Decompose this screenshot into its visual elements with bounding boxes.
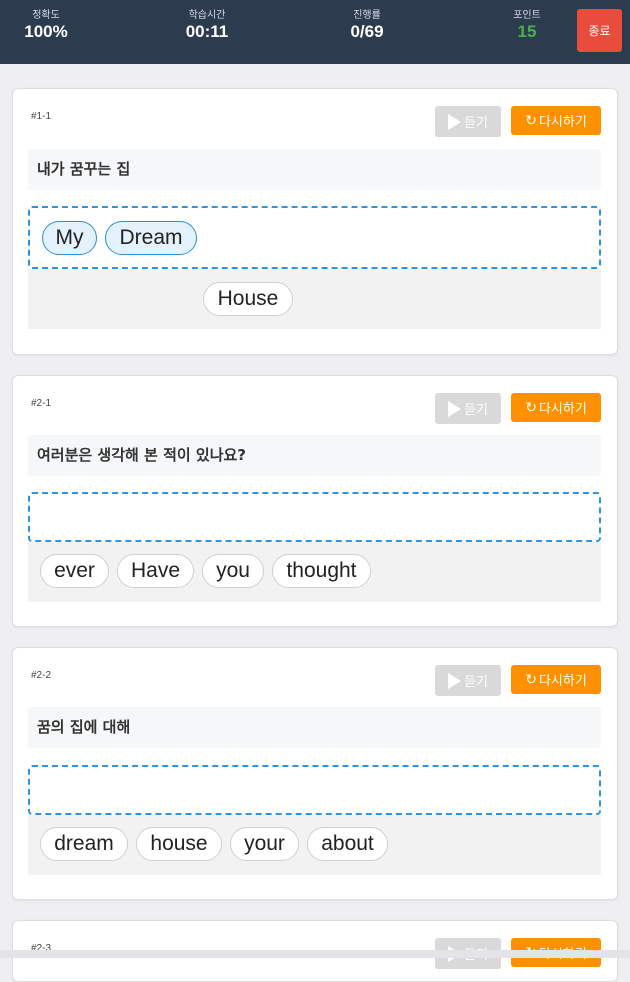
sentence-card: #2-1 듣기 ↻ 다시하기 여러분은 생각해 본 적이 있나요? ever H… bbox=[12, 375, 618, 627]
word-chip[interactable]: thought bbox=[272, 554, 371, 588]
sentence-card: #2-2 듣기 ↻ 다시하기 꿈의 집에 대해 dream house your… bbox=[12, 647, 618, 900]
study-time-label: 학습시간 bbox=[188, 10, 226, 21]
play-icon bbox=[448, 113, 462, 130]
retry-icon: ↻ bbox=[525, 399, 537, 416]
retry-label: 다시하기 bbox=[538, 402, 587, 417]
word-chip[interactable]: ever bbox=[40, 554, 109, 588]
card-id: #2-2 bbox=[31, 670, 52, 681]
answer-word-chip[interactable]: Dream bbox=[105, 221, 197, 255]
play-icon bbox=[448, 672, 462, 689]
retry-button[interactable]: ↻ 다시하기 bbox=[511, 393, 601, 422]
end-button[interactable]: 종료 bbox=[577, 9, 622, 52]
sentence-card: #1-1 듣기 ↻ 다시하기 내가 꿈꾸는 집 My Dream House bbox=[12, 88, 618, 355]
word-chip[interactable]: you bbox=[202, 554, 264, 588]
accuracy-label: 정확도 bbox=[32, 10, 60, 21]
play-icon bbox=[448, 400, 462, 417]
question-text: 꿈의 집에 대해 bbox=[28, 707, 601, 748]
progress-value: 0/69 bbox=[350, 22, 384, 41]
answer-drop-zone[interactable]: My Dream bbox=[28, 206, 601, 269]
listen-label: 듣기 bbox=[464, 675, 488, 690]
retry-label: 다시하기 bbox=[538, 674, 587, 689]
word-chip[interactable]: about bbox=[307, 827, 388, 861]
word-bank: House bbox=[28, 269, 601, 329]
points-label: 포인트 bbox=[513, 10, 541, 21]
retry-label: 다시하기 bbox=[538, 115, 587, 130]
bottom-shade bbox=[0, 950, 630, 958]
listen-button[interactable]: 듣기 bbox=[435, 393, 501, 424]
retry-button[interactable]: ↻ 다시하기 bbox=[511, 665, 601, 694]
points-stat: 포인트 15 bbox=[467, 9, 587, 42]
card-id: #2-1 bbox=[31, 398, 52, 409]
retry-button[interactable]: ↻ 다시하기 bbox=[511, 106, 601, 135]
word-chip[interactable]: dream bbox=[40, 827, 128, 861]
word-chip[interactable]: house bbox=[136, 827, 222, 861]
card-id: #1-1 bbox=[31, 111, 52, 122]
retry-icon: ↻ bbox=[525, 671, 537, 688]
top-status-bar: 정확도 100% 학습시간 00:11 진행률 0/69 포인트 15 종료 bbox=[0, 0, 630, 64]
answer-word-chip[interactable]: My bbox=[42, 221, 97, 255]
accuracy-value: 100% bbox=[24, 22, 68, 41]
listen-button[interactable]: 듣기 bbox=[435, 665, 501, 696]
listen-label: 듣기 bbox=[464, 116, 488, 131]
question-text: 여러분은 생각해 본 적이 있나요? bbox=[28, 435, 601, 476]
word-bank: ever Have you thought bbox=[28, 542, 601, 602]
answer-drop-zone[interactable] bbox=[28, 492, 601, 542]
listen-button[interactable]: 듣기 bbox=[435, 106, 501, 137]
answer-drop-zone[interactable] bbox=[28, 765, 601, 815]
retry-icon: ↻ bbox=[525, 112, 537, 129]
question-text: 내가 꿈꾸는 집 bbox=[28, 149, 601, 190]
word-bank: dream house your about bbox=[28, 815, 601, 875]
word-chip[interactable]: your bbox=[230, 827, 299, 861]
word-chip[interactable]: House bbox=[203, 282, 293, 316]
progress-stat: 진행률 0/69 bbox=[307, 9, 427, 42]
points-value: 15 bbox=[517, 22, 537, 41]
word-chip[interactable]: Have bbox=[117, 554, 194, 588]
listen-label: 듣기 bbox=[464, 403, 488, 418]
study-time-value: 00:11 bbox=[185, 22, 229, 41]
accuracy-stat: 정확도 100% bbox=[0, 9, 106, 42]
progress-label: 진행률 bbox=[353, 10, 381, 21]
study-time-stat: 학습시간 00:11 bbox=[147, 9, 267, 42]
